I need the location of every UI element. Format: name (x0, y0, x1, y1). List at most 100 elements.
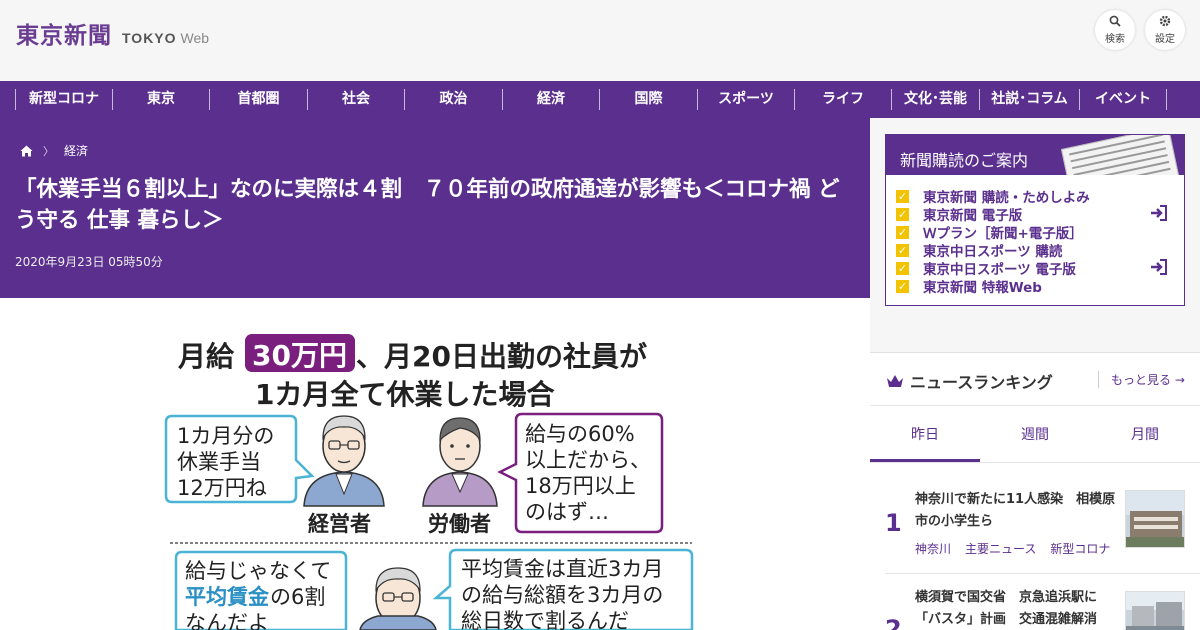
logo-web-text: Web (180, 30, 210, 46)
logo-tokyo-text: TOKYO (122, 30, 177, 46)
bubble-right-line3: 18万円以上 (525, 474, 636, 498)
main-nav: 新型コロナ 東京 首都圏 社会 政治 経済 国際 スポーツ ライフ 文化･芸能 … (0, 81, 1200, 118)
ranking-more-link[interactable]: もっと見る → (1098, 371, 1185, 388)
login-icon[interactable] (1150, 205, 1168, 221)
site-logo[interactable]: 東京新聞 TOKYO Web (16, 16, 209, 50)
chevron-right-icon: 〉 (43, 144, 54, 158)
tab-week[interactable]: 週間 (980, 406, 1090, 462)
subscription-item[interactable]: ✓ 東京中日スポーツ 電子版 (896, 259, 1184, 278)
tag-link[interactable]: 主要ニュース (965, 540, 1036, 557)
nav-item-life[interactable]: ライフ (794, 89, 891, 110)
illus-headline-line2: 1カ月全て休業した場合 (255, 378, 555, 411)
nav-item-editorial[interactable]: 社説･コラム (979, 89, 1079, 110)
article-title: 「休業手当６割以上」なのに実際は４割 ７０年前の政府通達が影響も＜コロナ禍 どう… (15, 177, 840, 233)
nav-item-politics[interactable]: 政治 (404, 89, 502, 110)
ranking-item-title[interactable]: 横須賀で国交省 京急追浜駅に「バスタ」計画 交通混雑解消 (915, 587, 1120, 630)
subscription-item[interactable]: ✓ 東京中日スポーツ 購読 (896, 241, 1184, 260)
logo-main-text: 東京新聞 (16, 22, 112, 49)
nav-item-sports[interactable]: スポーツ (697, 89, 794, 110)
tag-link[interactable]: 神奈川 (915, 540, 951, 557)
site-header: 東京新聞 TOKYO Web 検索 設定 (0, 0, 1200, 70)
ranking-title: ニュースランキング (886, 369, 1053, 393)
bubble-bl-highlight: 平均賃金 (185, 585, 270, 609)
search-label: 検索 (1105, 34, 1125, 45)
nav-item-society[interactable]: 社会 (307, 89, 404, 110)
subscription-item[interactable]: ✓ 東京新聞 特報Web (896, 277, 1184, 296)
ranking-thumbnail[interactable] (1125, 490, 1185, 548)
ranking-more-label: もっと見る (1111, 373, 1172, 387)
nav-item-tokyo[interactable]: 東京 (112, 89, 209, 110)
check-icon: ✓ (896, 225, 909, 239)
article-illustration: 月給 30万円 、月20日出勤の社員が 1カ月全て休業した場合 1カ月分の 休業… (164, 334, 694, 630)
ranking-divider (885, 573, 1200, 574)
tab-yesterday[interactable]: 昨日 (870, 406, 980, 462)
ranking-tabs: 昨日 週間 月間 (870, 405, 1200, 463)
subscription-title: 新聞購読のご案内 (900, 151, 1029, 170)
check-icon: ✓ (896, 243, 909, 257)
bubble-br-line2: の給与総額を3カ月の (461, 583, 663, 607)
bubble-br-line1: 平均賃金は直近3カ月 (461, 557, 663, 581)
bubble-br-line3: 総日数で割るんだ (461, 609, 629, 630)
crown-icon (887, 375, 903, 387)
ranking-thumbnail[interactable] (1125, 591, 1185, 630)
label-manager: 経営者 (308, 512, 371, 536)
subscription-item[interactable]: ✓ 東京新聞 電子版 (896, 205, 1184, 224)
label-worker: 労働者 (428, 512, 491, 536)
subscription-item-label: 東京新聞 購読・ためしよみ (923, 190, 1090, 206)
check-icon: ✓ (896, 261, 909, 275)
subscription-box: 新聞購読のご案内 ✓ 東京新聞 購読・ためしよみ ✓ 東京新聞 電子版 ✓ Ｗプラン［… (885, 134, 1185, 306)
illus-headline-post: 、月20日出勤の社員が (356, 340, 647, 373)
ranking-number: 2 (885, 615, 902, 630)
breadcrumb-section[interactable]: 経済 (64, 142, 88, 159)
subscription-item-label: 東京新聞 電子版 (923, 208, 1023, 224)
check-icon: ✓ (896, 189, 909, 203)
subscription-header: 新聞購読のご案内 (886, 135, 1184, 175)
tab-month[interactable]: 月間 (1090, 406, 1200, 462)
bubble-left-line1: 1カ月分の (177, 424, 274, 448)
nav-item-economy[interactable]: 経済 (502, 89, 599, 110)
nav-item-culture[interactable]: 文化･芸能 (891, 89, 979, 110)
article-date: 2020年9月23日 05時50分 (15, 255, 163, 269)
check-icon: ✓ (896, 279, 909, 293)
bubble-bl-line1: 給与じゃなくて (185, 559, 331, 583)
subscription-item-label: 東京中日スポーツ 電子版 (923, 262, 1076, 278)
worker-figure (422, 417, 498, 507)
subscription-list: ✓ 東京新聞 購読・ためしよみ ✓ 東京新聞 電子版 ✓ Ｗプラン［新聞+電子版］ ✓… (886, 175, 1184, 296)
newspaper-icon (1060, 135, 1182, 175)
news-ranking: ニュースランキング もっと見る → 昨日 週間 月間 1 神奈川で新たに11人感… (870, 352, 1200, 630)
illus-headline-amount: 30万円 (252, 339, 347, 372)
manager-figure (303, 415, 385, 507)
bubble-right-line1: 給与の60% (525, 422, 635, 446)
tag-link[interactable]: 新型コロナ (1050, 540, 1110, 557)
bubble-left-line2: 休業手当 (177, 450, 261, 474)
article-body: 月給 30万円 、月20日出勤の社員が 1カ月全て休業した場合 1カ月分の 休業… (0, 298, 870, 630)
settings-button[interactable]: 設定 (1145, 10, 1185, 50)
nav-item-shutoken[interactable]: 首都圏 (209, 89, 307, 110)
settings-label: 設定 (1155, 34, 1175, 45)
ranking-item-title[interactable]: 神奈川で新たに11人感染 相模原市の小学生ら (915, 489, 1120, 533)
nav-item-international[interactable]: 国際 (599, 89, 697, 110)
nav-item-corona[interactable]: 新型コロナ (15, 89, 112, 110)
manager-figure-bottom (359, 567, 437, 630)
search-icon (1109, 15, 1121, 27)
subscription-item-label: Ｗプラン［新聞+電子版］ (923, 226, 1083, 242)
ranking-title-text: ニュースランキング (910, 373, 1053, 392)
illus-headline-pre: 月給 (177, 340, 235, 373)
nav-item-events[interactable]: イベント (1079, 89, 1167, 110)
breadcrumb: 〉 経済 (20, 142, 88, 159)
subscription-item[interactable]: ✓ Ｗプラン［新聞+電子版］ (896, 223, 1184, 242)
bubble-left-line3: 12万円ね (177, 476, 267, 500)
bubble-right-line4: のはず… (525, 500, 609, 524)
subscription-item-label: 東京中日スポーツ 購読 (923, 244, 1063, 260)
ranking-number: 1 (885, 509, 902, 537)
home-icon[interactable] (20, 145, 33, 157)
subscription-item[interactable]: ✓ 東京新聞 購読・ためしよみ (896, 187, 1184, 206)
arrow-right-icon: → (1174, 373, 1185, 387)
check-icon: ✓ (896, 207, 909, 221)
gear-icon (1159, 15, 1171, 27)
bubble-right-line2: 以上だから、 (525, 448, 651, 472)
login-icon[interactable] (1150, 259, 1168, 275)
search-button[interactable]: 検索 (1095, 10, 1135, 50)
bubble-bl-line3: なんだよ (185, 611, 269, 630)
article-header: 〉 経済 「休業手当６割以上」なのに実際は４割 ７０年前の政府通達が影響も＜コロ… (0, 118, 870, 298)
